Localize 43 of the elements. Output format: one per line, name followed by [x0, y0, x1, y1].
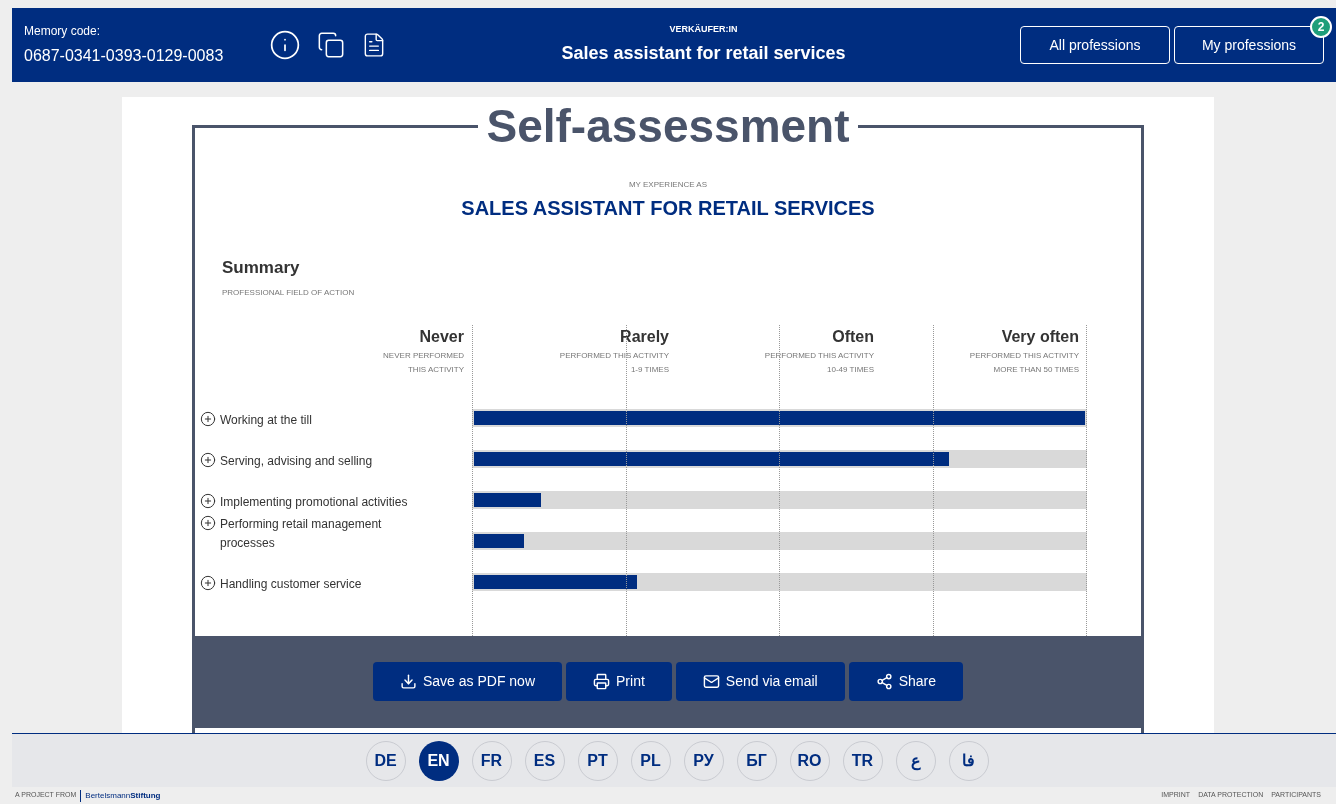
action-button[interactable]: Print [566, 662, 672, 701]
expand-icon[interactable] [200, 451, 216, 468]
scale-description: THIS ACTIVITY [408, 363, 464, 376]
profession-button[interactable]: All professions [1020, 26, 1170, 64]
printer-icon [593, 673, 611, 690]
scale-description: 10-49 TIMES [827, 363, 874, 376]
download-icon [399, 673, 417, 690]
activity-label[interactable]: Handling customer service [220, 574, 420, 594]
expand-icon[interactable] [200, 410, 216, 427]
section-title: Summary [222, 257, 301, 279]
action-button[interactable]: Share [848, 662, 963, 701]
count-badge: 2 [1310, 16, 1332, 38]
action-button[interactable]: Send via email [675, 662, 845, 701]
experience-overline: MY EXPERIENCE AS [628, 179, 708, 191]
scale-description: MORE THAN 50 TIMES [993, 363, 1079, 376]
expand-icon[interactable] [200, 514, 216, 531]
info-icon[interactable] [269, 29, 301, 61]
activity-label[interactable]: Working at the till [220, 410, 420, 430]
memory-code: 0687-0341-0393-0129-0083 [24, 46, 225, 66]
scale-description: PERFORMED THIS ACTIVITY [764, 349, 874, 362]
share-icon [875, 673, 893, 690]
profession-overline: VERKÄUFER:IN [669, 22, 738, 36]
scale-label: Very often [1001, 326, 1079, 347]
activity-label[interactable]: Implementing promotional activities [220, 492, 420, 512]
scale-label: Rarely [620, 326, 669, 347]
scale-description: PERFORMED THIS ACTIVITY [969, 349, 1079, 362]
profession-title: Sales assistant for retail services [561, 42, 846, 66]
expand-icon[interactable] [200, 492, 216, 509]
sponsor-logo: BertelsmannStiftung [80, 789, 161, 802]
section-subtitle: PROFESSIONAL FIELD OF ACTION [222, 286, 356, 299]
profession-heading: SALES ASSISTANT FOR RETAIL SERVICES [461, 196, 875, 221]
action-button[interactable]: Save as PDF now [372, 662, 563, 701]
scale-description: NEVER PERFORMED [383, 349, 464, 362]
activity-label[interactable]: Serving, advising and selling [220, 451, 420, 471]
scale-label: Never [419, 326, 464, 347]
memory-code-label: Memory code: [24, 23, 102, 40]
language-button[interactable]: EN [418, 740, 459, 781]
activity-label[interactable]: Performing retail management processes [220, 514, 420, 553]
scale-description: 1-9 TIMES [630, 363, 669, 376]
expand-icon[interactable] [200, 574, 216, 591]
scale-description: PERFORMED THIS ACTIVITY [559, 349, 669, 362]
envelope-icon [702, 673, 720, 690]
scale-label: Often [832, 326, 874, 347]
